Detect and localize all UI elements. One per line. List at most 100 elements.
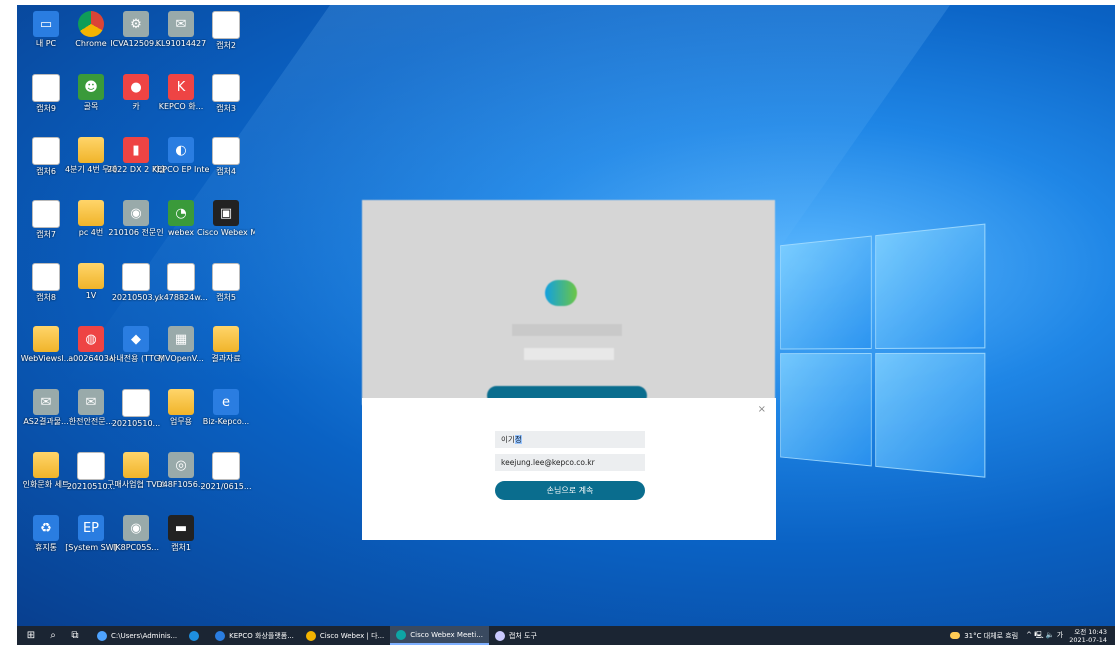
system-tray: 31°C 대체로 흐림 ^ 🖳 🔈 가 오전 10:43 2021-07-14 [950,628,1115,644]
app-icon: ☻ [78,74,104,100]
taskbar-app-icon [305,630,316,641]
taskbar-item[interactable]: 캡처 도구 [489,626,543,645]
desktop-icon[interactable]: 캡처3 [197,74,255,113]
app-icon: e [212,452,240,480]
app-icon [123,452,149,478]
app-icon: ◉ [123,515,149,541]
close-icon[interactable]: × [758,404,766,415]
taskbar-item[interactable]: Cisco Webex Meeti... [390,626,489,645]
app-icon: ▭ [33,11,59,37]
app-icon [212,11,240,39]
app-icon: ✉ [33,389,59,415]
date-text: 2021-07-14 [1069,635,1107,644]
taskbar-item-label: 캡처 도구 [508,631,537,640]
start-icon[interactable]: ⊞ [23,626,39,645]
name-value: 이기 [501,435,515,444]
app-icon [212,137,240,165]
app-icon: ● [123,74,149,100]
desktop-icon[interactable]: ▣ Cisco Webex Meetings [197,200,255,237]
time-text: 오전 10:43 [1074,627,1107,636]
weather-text[interactable]: 31°C 대체로 흐림 [964,631,1018,641]
app-icon [78,11,104,37]
app-icon [78,263,104,289]
desktop-icon-label: 2021/0615... [200,482,252,491]
desktop-icon-label: Biz-Kepco... [202,417,250,426]
app-icon: ✉ [168,11,194,37]
app-icon: ▣ [213,200,239,226]
taskbar-item[interactable]: KEPCO 화상플랫폼... [209,626,300,645]
tray-icons[interactable]: ^ 🖳 🔈 가 [1026,630,1063,642]
app-icon [33,326,59,352]
webex-window-background [362,200,775,405]
taskbar-app-icon [215,630,226,641]
app-icon [32,74,60,102]
desktop-icon-label: 캡처2 [216,41,236,50]
app-icon: e [122,389,150,417]
name-field[interactable]: 이기정 [495,431,645,448]
taskbar-item-label: Cisco Webex Meeti... [410,630,483,639]
desktop-icon[interactable]: ▬ 캡처1 [152,515,210,552]
app-icon [33,452,59,478]
desktop-icon-label: Cisco Webex Meetings [197,228,255,237]
app-icon [78,137,104,163]
app-icon [167,263,195,291]
taskbar-app-icon [396,629,407,640]
taskbar-app-icon [494,630,505,641]
continue-as-guest-button[interactable]: 손님으로 계속 [495,481,645,500]
app-icon: ◉ [123,200,149,226]
clock[interactable]: 오전 10:43 2021-07-14 [1069,628,1107,644]
taskbar-item[interactable]: Cisco Webex | 다... [300,626,390,645]
desktop-icon[interactable]: 캡처5 [197,263,255,302]
windows-logo-wallpaper [780,223,994,488]
webex-logo-icon [545,280,577,306]
app-icon: ◔ [168,200,194,226]
taskbar-item-label: KEPCO 화상플랫폼... [229,631,294,640]
app-icon: EP [78,515,104,541]
app-icon: ▮ [123,137,149,163]
taskbar-item[interactable] [183,626,209,645]
weather-icon[interactable] [950,632,961,639]
app-icon [212,74,240,102]
taskbar-items: C:\Users\Adminis... KEPCO 화상플랫폼... Cisco W… [91,626,543,645]
desktop-icon-label: 캡처3 [216,104,236,113]
app-icon: e [77,452,105,480]
taskbar-item[interactable]: C:\Users\Adminis... [91,626,183,645]
app-icon: ▬ [168,515,194,541]
taskbar: ⊞ ⌕ ⧉ C:\Users\Adminis... KEPCO 화상플랫폼... C… [17,626,1115,645]
app-icon [32,200,60,228]
app-icon [213,326,239,352]
desktop-icon-label: 캡처1 [171,543,191,552]
taskbar-app-icon [189,630,200,641]
guest-signin-dialog: × 이기정 keejung.lee@kepco.co.kr 손님으로 계속 [362,398,776,540]
app-icon [78,200,104,226]
app-icon: ✉ [78,389,104,415]
desktop-icon[interactable]: e 2021/0615... [197,452,255,491]
desktop-icon-label: 캡처5 [216,293,236,302]
app-icon: ◎ [168,452,194,478]
desktop-icon[interactable]: 캡처2 [197,11,255,50]
search-icon[interactable]: ⌕ [45,626,61,645]
app-icon: ♻ [33,515,59,541]
app-icon: ▦ [168,326,194,352]
app-icon: e [122,263,150,291]
taskbar-item-label: C:\Users\Adminis... [111,631,178,640]
app-icon: ◐ [168,137,194,163]
desktop-icon-label: 결과자료 [211,354,241,363]
desktop: ▭ 내 PC Chrome ⚙ ICVA12509... ✉ KL91014427 캡처2 캡처… [17,5,1115,626]
name-selected-text: 정 [514,435,522,444]
app-icon: ◆ [123,326,149,352]
desktop-icon[interactable]: 결과자료 [197,326,255,363]
app-icon [32,263,60,291]
taskbar-app-icon [97,630,107,641]
app-icon: K [168,74,194,100]
task-view-icon[interactable]: ⧉ [67,626,83,645]
taskbar-item-label: Cisco Webex | 다... [319,631,385,640]
email-field[interactable]: keejung.lee@kepco.co.kr [495,454,645,471]
app-icon [32,137,60,165]
app-icon [168,389,194,415]
app-icon [212,263,240,291]
desktop-icon[interactable]: 캡처4 [197,137,255,176]
desktop-icon[interactable]: e Biz-Kepco... [197,389,255,426]
app-icon: ◍ [78,326,104,352]
app-icon: ⚙ [123,11,149,37]
